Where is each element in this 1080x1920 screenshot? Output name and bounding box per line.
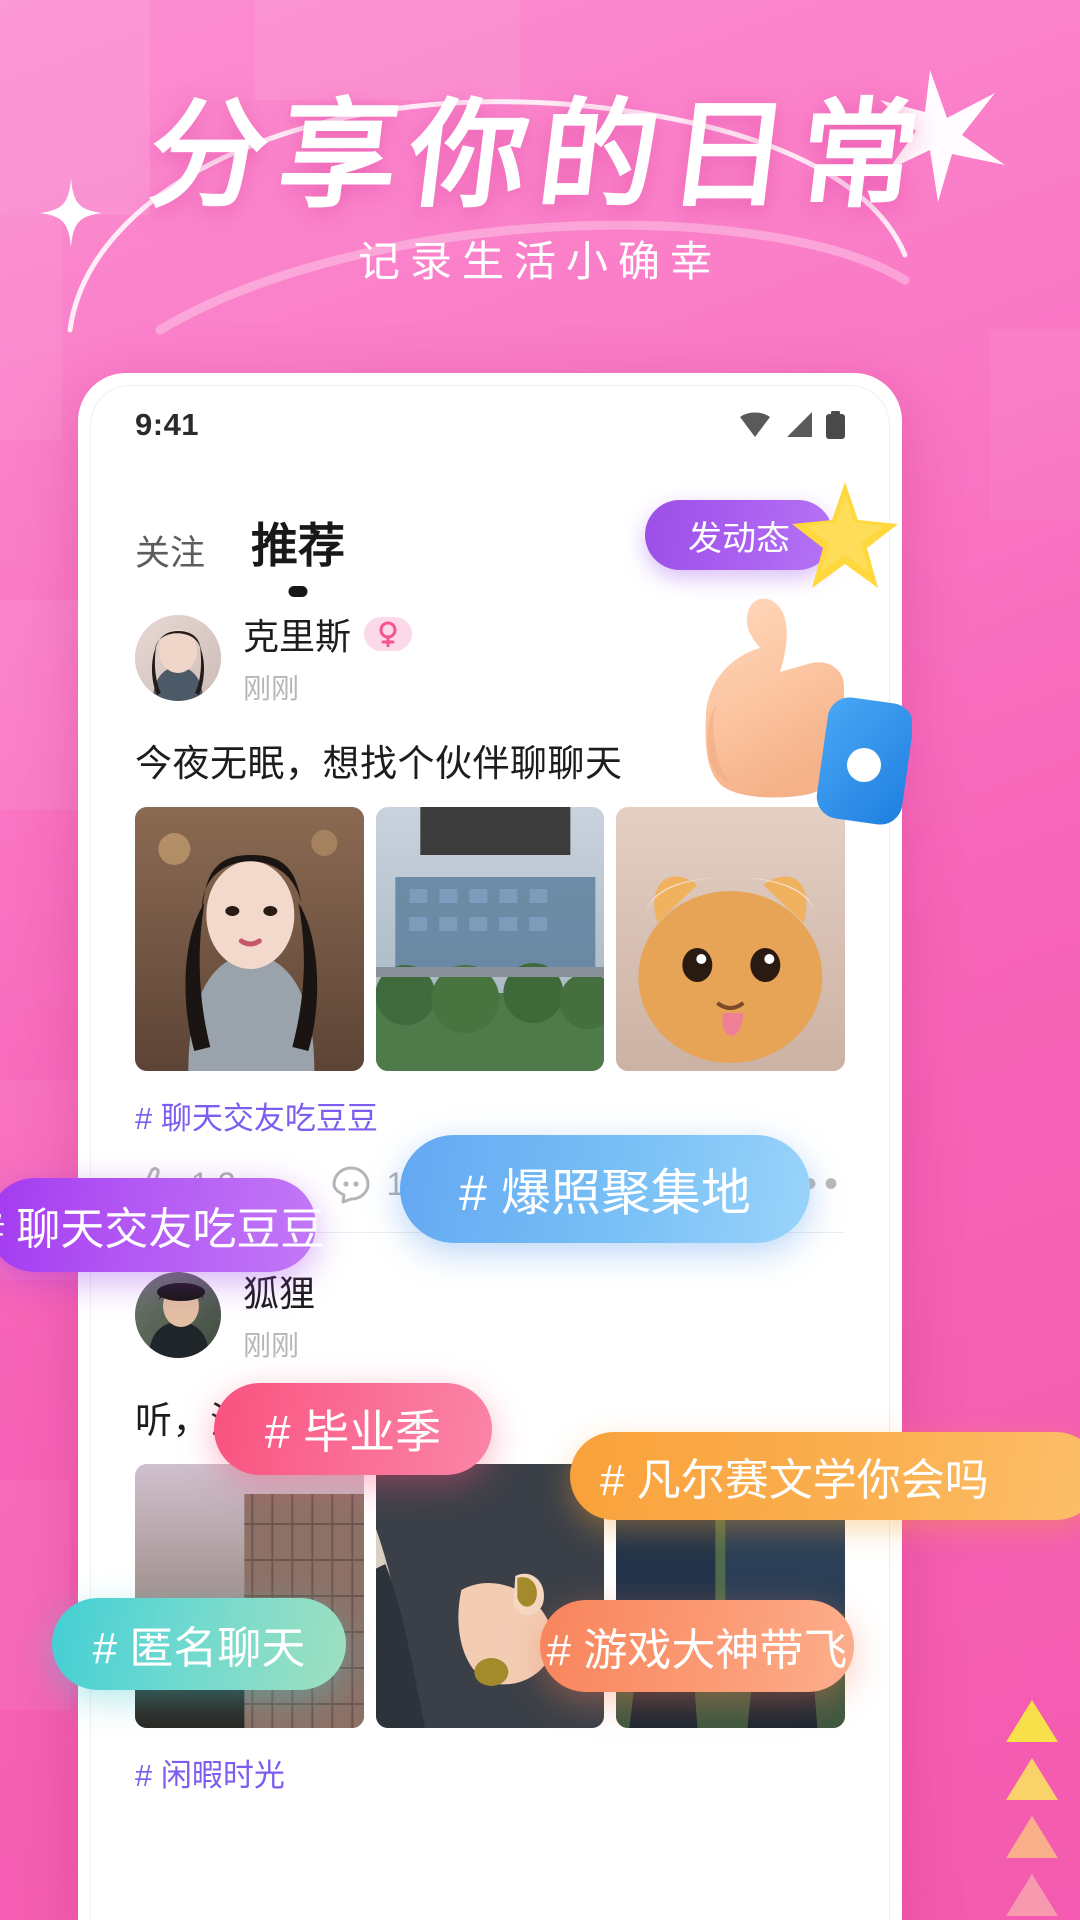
tab-follow-label: 关注 (135, 534, 206, 573)
triangle-decoration-stack (1006, 1700, 1058, 1920)
post-timestamp: 刚刚 (243, 673, 300, 704)
tab-recommend-label: 推荐 (251, 519, 346, 572)
thumbs-up-3d-icon (705, 598, 912, 825)
post-meta: 狐狸 刚刚 (243, 1265, 315, 1364)
post-timestamp: 刚刚 (243, 1330, 300, 1361)
post-image[interactable] (375, 807, 605, 1071)
floating-tag-photo-gathering[interactable]: # 爆照聚集地 (400, 1135, 810, 1243)
post-image[interactable] (135, 807, 364, 1071)
status-bar: 9:41 (91, 386, 889, 464)
page-title: 分享你的日常 (141, 86, 939, 224)
floating-tag-game-carry[interactable]: # 游戏大神带飞 (540, 1600, 854, 1692)
post-name-row: 克里斯 (243, 608, 413, 660)
triangle-decor (1006, 1874, 1058, 1916)
hero-title-wrap: 分享你的日常 (0, 86, 1080, 224)
tab-recommend[interactable]: 推荐 (251, 507, 346, 597)
status-clock: 9:41 (135, 407, 200, 442)
avatar[interactable] (135, 1271, 221, 1358)
cellular-signal-icon (787, 412, 812, 437)
triangle-decor (1006, 1816, 1058, 1858)
battery-icon (826, 411, 845, 439)
avatar-image (135, 614, 221, 701)
post-inline-tag[interactable]: # 闲暇时光 (135, 1750, 285, 1795)
avatar[interactable] (135, 614, 221, 701)
post-header: 狐狸 刚刚 (135, 1265, 845, 1364)
tab-follow[interactable]: 关注 (135, 525, 205, 576)
page-subtitle: 记录生活小确幸 (357, 237, 722, 286)
post-inline-tag[interactable]: # 聊天交友吃豆豆 (135, 1093, 378, 1138)
floating-tag-versailles[interactable]: # 凡尔赛文学你会吗 (570, 1432, 1080, 1520)
sparkle-icon (40, 178, 102, 248)
post-meta: 克里斯 刚刚 (243, 608, 413, 707)
triangle-decor (1006, 1758, 1058, 1800)
floating-tag-chat-friends[interactable]: # 聊天交友吃豆豆 (0, 1178, 324, 1272)
post-new-status-label: 发动态 (688, 519, 790, 558)
avatar-image (135, 1271, 221, 1358)
triangle-decor (1006, 1700, 1058, 1742)
bg-decor-block (0, 1480, 70, 1710)
post-username: 克里斯 (243, 616, 352, 657)
comment-bubble-icon (332, 1166, 370, 1204)
wifi-icon (740, 412, 770, 437)
post-username: 狐狸 (243, 1273, 316, 1314)
female-symbol-icon (364, 617, 413, 651)
floating-tag-graduation[interactable]: # 毕业季 (214, 1383, 492, 1475)
status-icon-group (738, 411, 845, 439)
star-icon (792, 482, 898, 588)
post-name-row: 狐狸 (243, 1265, 315, 1317)
floating-tag-anonymous-chat[interactable]: # 匿名聊天 (52, 1598, 346, 1690)
